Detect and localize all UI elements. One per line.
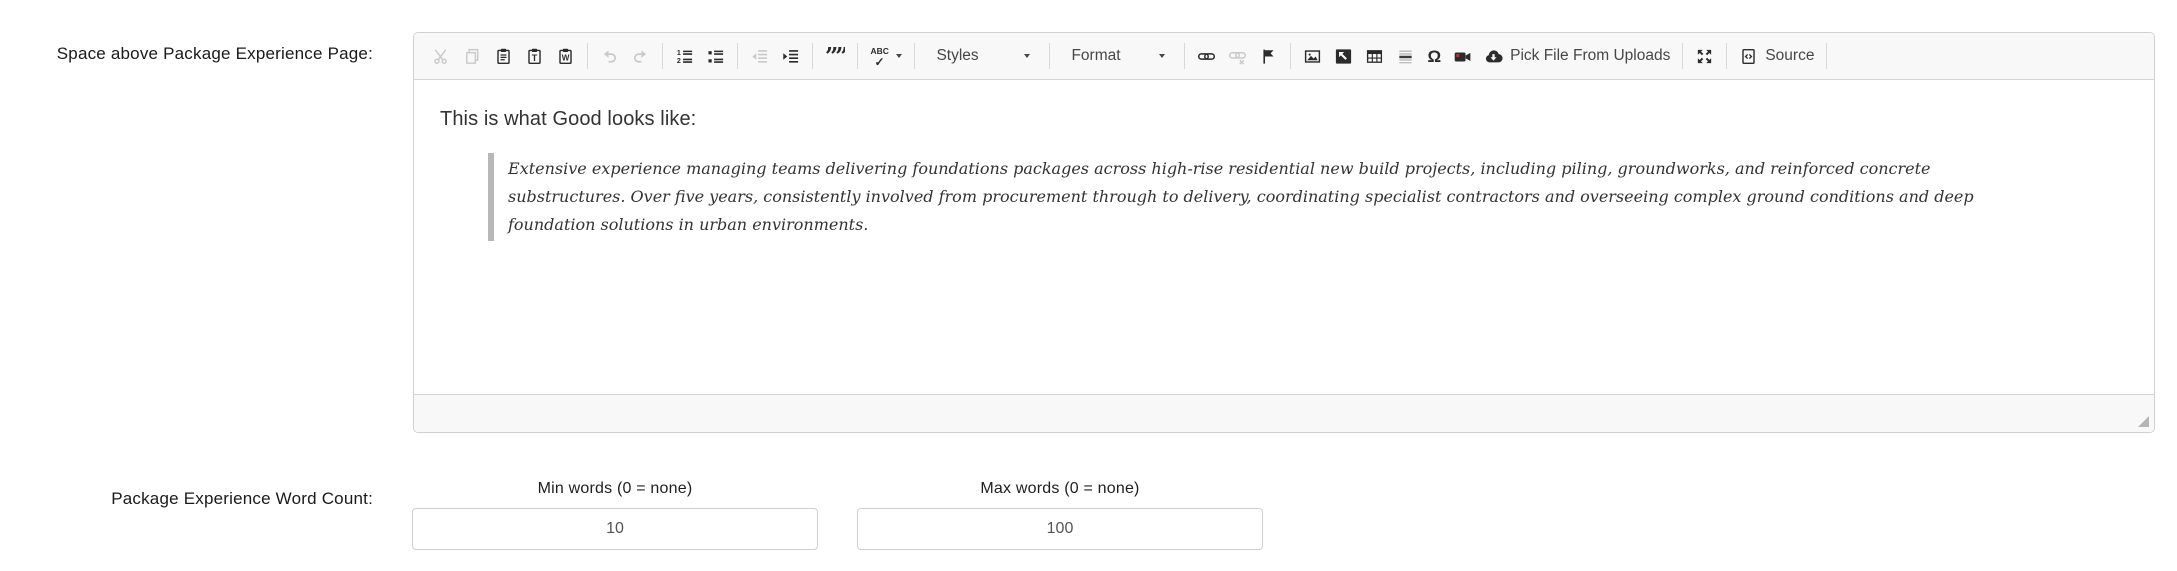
word-count-field-label: Package Experience Word Count: xyxy=(111,489,373,508)
styles-dropdown[interactable]: Styles xyxy=(921,40,1043,72)
video-button[interactable] xyxy=(1447,40,1478,72)
redo-icon xyxy=(631,47,650,66)
bulleted-list-icon xyxy=(706,47,725,66)
cloud-upload-icon xyxy=(1484,47,1503,66)
format-dropdown-label: Format xyxy=(1071,47,1121,64)
link-icon xyxy=(1197,47,1216,66)
image-button[interactable] xyxy=(1297,40,1328,72)
toolbar-separator xyxy=(1726,43,1728,69)
styles-dropdown-label: Styles xyxy=(936,47,979,64)
undo-button[interactable] xyxy=(594,40,625,72)
settings-form: Space above Package Experience Page: T W… xyxy=(0,0,2177,571)
numbered-list-icon: 12 xyxy=(675,47,694,66)
blockquote-icon: ”” xyxy=(825,46,846,66)
decrease-indent-icon xyxy=(750,47,769,66)
decrease-indent-button[interactable] xyxy=(744,40,775,72)
horizontal-rule-button[interactable] xyxy=(1390,40,1421,72)
min-words-input[interactable] xyxy=(412,508,818,550)
toolbar-separator xyxy=(914,43,916,69)
enhanced-image-button[interactable] xyxy=(1328,40,1359,72)
source-button-label: Source xyxy=(1765,47,1815,64)
resize-grip-icon[interactable] xyxy=(2138,416,2149,427)
chevron-down-icon xyxy=(1024,54,1031,58)
enhanced-image-icon xyxy=(1334,47,1353,66)
pick-file-from-uploads-button[interactable]: Pick File From Uploads xyxy=(1478,40,1676,72)
unlink-button[interactable] xyxy=(1222,40,1253,72)
min-words-group: Min words (0 = none) xyxy=(412,480,818,550)
editor-field-label: Space above Package Experience Page: xyxy=(56,44,373,63)
table-icon xyxy=(1365,47,1384,66)
toolbar-separator xyxy=(812,43,813,69)
toolbar-separator xyxy=(1826,43,1828,69)
spellcheck-button[interactable]: ABC ✓ xyxy=(864,40,908,72)
toolbar-separator xyxy=(737,43,738,69)
toolbar-separator xyxy=(587,43,588,69)
toolbar-separator xyxy=(1290,43,1292,69)
editor-heading: This is what Good looks like: xyxy=(440,108,697,130)
copy-button[interactable] xyxy=(457,40,488,72)
blockquote-button[interactable]: ”” xyxy=(819,40,851,72)
paste-button[interactable] xyxy=(488,40,519,72)
maximize-button[interactable] xyxy=(1689,40,1720,72)
paste-icon xyxy=(494,47,513,66)
increase-indent-button[interactable] xyxy=(775,40,806,72)
svg-text:T: T xyxy=(532,52,538,62)
cut-icon xyxy=(432,47,451,66)
editor-status-bar xyxy=(414,394,2154,432)
cut-button[interactable] xyxy=(426,40,457,72)
chevron-down-icon xyxy=(1159,54,1166,58)
max-words-label: Max words (0 = none) xyxy=(980,480,1140,497)
paste-from-word-button[interactable]: W xyxy=(550,40,581,72)
pick-file-from-uploads-label: Pick File From Uploads xyxy=(1510,47,1671,64)
omega-icon: Ω xyxy=(1427,46,1442,66)
toolbar-separator xyxy=(662,43,663,69)
table-button[interactable] xyxy=(1359,40,1390,72)
numbered-list-button[interactable]: 12 xyxy=(669,40,700,72)
toolbar-separator xyxy=(1049,43,1051,69)
editor-toolbar: T W 12 ”” ABC ✓ Styles Format Ω Pick Fil… xyxy=(414,33,2154,80)
unlink-icon xyxy=(1228,47,1247,66)
toolbar-separator xyxy=(1184,43,1186,69)
redo-button[interactable] xyxy=(625,40,656,72)
copy-icon xyxy=(463,47,482,66)
anchor-flag-button[interactable] xyxy=(1253,40,1284,72)
editor-blockquote-text: Extensive experience managing teams deli… xyxy=(508,159,1974,234)
increase-indent-icon xyxy=(781,47,800,66)
format-dropdown[interactable]: Format xyxy=(1056,40,1178,72)
editor-content-area[interactable]: This is what Good looks like: Extensive … xyxy=(414,80,2154,394)
toolbar-separator xyxy=(857,43,859,69)
horizontal-rule-icon xyxy=(1396,47,1415,66)
source-code-icon xyxy=(1739,47,1758,66)
spellcheck-icon: ABC ✓ xyxy=(870,45,889,69)
min-words-label: Min words (0 = none) xyxy=(537,480,693,497)
source-button[interactable]: Source xyxy=(1733,40,1820,72)
undo-icon xyxy=(600,47,619,66)
svg-text:2: 2 xyxy=(677,56,681,64)
chevron-down-icon xyxy=(896,54,903,58)
flag-icon xyxy=(1259,47,1278,66)
paste-plain-text-icon: T xyxy=(525,47,544,66)
editor-blockquote: Extensive experience managing teams deli… xyxy=(488,153,2043,241)
toolbar-separator xyxy=(1682,43,1684,69)
svg-text:1: 1 xyxy=(677,48,681,56)
video-camera-icon xyxy=(1453,47,1472,66)
rich-text-editor: T W 12 ”” ABC ✓ Styles Format Ω Pick Fil… xyxy=(413,32,2155,433)
svg-text:W: W xyxy=(562,53,570,62)
paste-plain-text-button[interactable]: T xyxy=(519,40,550,72)
link-button[interactable] xyxy=(1191,40,1222,72)
maximize-icon xyxy=(1695,47,1714,66)
special-character-button[interactable]: Ω xyxy=(1421,40,1447,72)
max-words-group: Max words (0 = none) xyxy=(857,480,1263,550)
paste-from-word-icon: W xyxy=(556,47,575,66)
image-icon xyxy=(1303,47,1322,66)
bulleted-list-button[interactable] xyxy=(700,40,731,72)
max-words-input[interactable] xyxy=(857,508,1263,550)
